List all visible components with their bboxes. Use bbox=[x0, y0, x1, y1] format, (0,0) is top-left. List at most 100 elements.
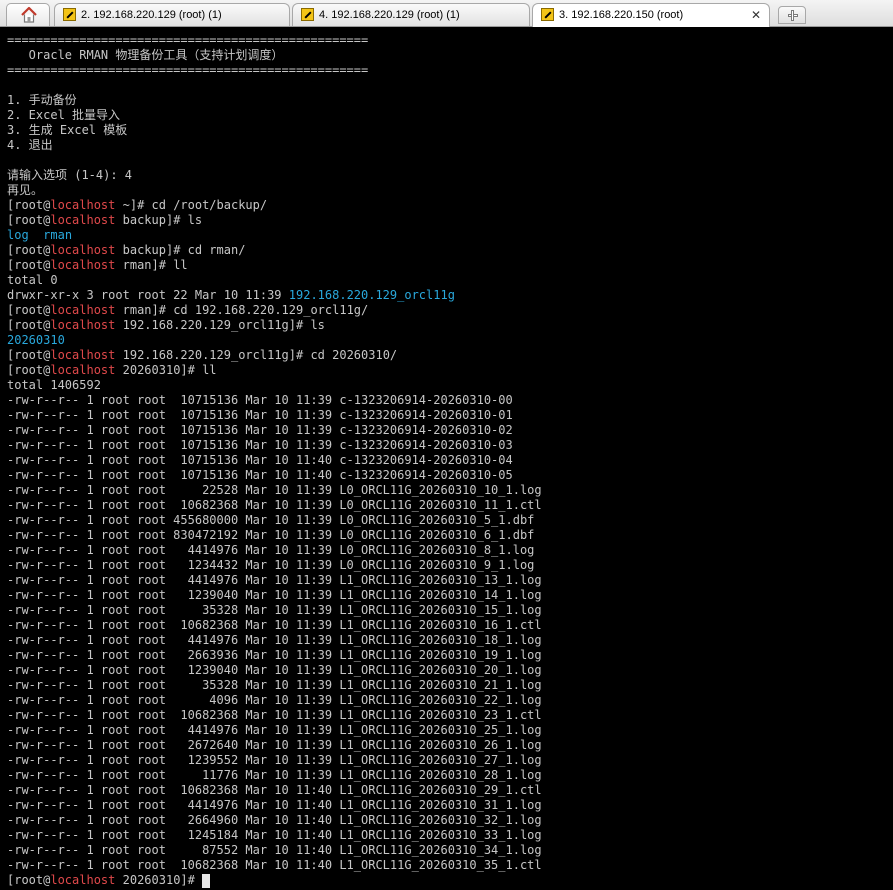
terminal-line: 3. 生成 Excel 模板 bbox=[7, 123, 542, 138]
prompt-host: localhost bbox=[50, 243, 116, 257]
terminal-line: [root@localhost backup]# cd rman/ bbox=[7, 243, 542, 258]
terminal-line: 20260310 bbox=[7, 333, 542, 348]
close-icon[interactable]: ✕ bbox=[751, 4, 761, 26]
terminal-line: 1. 手动备份 bbox=[7, 93, 542, 108]
terminal-line: total 1406592 bbox=[7, 378, 542, 393]
session-icon bbox=[63, 8, 76, 21]
terminal-line: [root@localhost backup]# ls bbox=[7, 213, 542, 228]
terminal-text: -rw-r--r-- 1 root root 1239552 Mar 10 11… bbox=[7, 753, 542, 767]
terminal-text: total 1406592 bbox=[7, 378, 101, 392]
terminal-text: 20260310]# ll bbox=[115, 363, 217, 377]
terminal-text: backup]# cd rman/ bbox=[115, 243, 246, 257]
terminal-text: -rw-r--r-- 1 root root 35328 Mar 10 11:3… bbox=[7, 603, 542, 617]
terminal-text: [root@ bbox=[7, 318, 51, 332]
terminal-text: -rw-r--r-- 1 root root 1234432 Mar 10 11… bbox=[7, 558, 535, 572]
terminal-text: -rw-r--r-- 1 root root 830472192 Mar 10 … bbox=[7, 528, 535, 542]
tab-label: 2. 192.168.220.129 (root) (1) bbox=[81, 9, 222, 21]
terminal-line: -rw-r--r-- 1 root root 1239040 Mar 10 11… bbox=[7, 663, 542, 678]
terminal-text: -rw-r--r-- 1 root root 4414976 Mar 10 11… bbox=[7, 798, 542, 812]
terminal-text: -rw-r--r-- 1 root root 4414976 Mar 10 11… bbox=[7, 543, 535, 557]
terminal-line: -rw-r--r-- 1 root root 4414976 Mar 10 11… bbox=[7, 633, 542, 648]
terminal-line: -rw-r--r-- 1 root root 2664960 Mar 10 11… bbox=[7, 813, 542, 828]
terminal-text: -rw-r--r-- 1 root root 455680000 Mar 10 … bbox=[7, 513, 535, 527]
terminal-text: -rw-r--r-- 1 root root 11776 Mar 10 11:3… bbox=[7, 768, 542, 782]
tab-session-4[interactable]: 4. 192.168.220.129 (root) (1) bbox=[292, 3, 530, 26]
new-tab-button[interactable] bbox=[778, 6, 806, 24]
terminal-text: 2. Excel 批量导入 bbox=[7, 108, 121, 122]
terminal-text: 4. 退出 bbox=[7, 138, 53, 152]
terminal-line: -rw-r--r-- 1 root root 4414976 Mar 10 11… bbox=[7, 543, 542, 558]
terminal-line: [root@localhost rman]# ll bbox=[7, 258, 542, 273]
terminal-line: -rw-r--r-- 1 root root 1234432 Mar 10 11… bbox=[7, 558, 542, 573]
terminal-line: -rw-r--r-- 1 root root 35328 Mar 10 11:3… bbox=[7, 603, 542, 618]
terminal-text: total 0 bbox=[7, 273, 58, 287]
terminal-line: -rw-r--r-- 1 root root 1239040 Mar 10 11… bbox=[7, 588, 542, 603]
terminal-text: 再见。 bbox=[7, 183, 44, 197]
terminal-text: Oracle RMAN 物理备份工具（支持计划调度） bbox=[7, 48, 284, 62]
terminal-text: -rw-r--r-- 1 root root 35328 Mar 10 11:3… bbox=[7, 678, 542, 692]
terminal-text: 20260310]# bbox=[115, 873, 203, 887]
terminal-text: 192.168.220.129_orcl11g]# cd 20260310/ bbox=[115, 348, 398, 362]
home-button[interactable] bbox=[6, 3, 50, 26]
terminal-text: -rw-r--r-- 1 root root 2672640 Mar 10 11… bbox=[7, 738, 542, 752]
terminal-text: -rw-r--r-- 1 root root 2664960 Mar 10 11… bbox=[7, 813, 542, 827]
terminal-text: rman]# ll bbox=[115, 258, 188, 272]
directory-name: 192.168.220.129_orcl11g bbox=[288, 288, 455, 302]
tab-label: 4. 192.168.220.129 (root) (1) bbox=[319, 9, 460, 21]
prompt-host: localhost bbox=[50, 348, 116, 362]
terminal-line: -rw-r--r-- 1 root root 10715136 Mar 10 1… bbox=[7, 453, 542, 468]
terminal-line: [root@localhost rman]# cd 192.168.220.12… bbox=[7, 303, 542, 318]
tab-session-2[interactable]: 2. 192.168.220.129 (root) (1) bbox=[54, 3, 290, 26]
terminal-line: drwxr-xr-x 3 root root 22 Mar 10 11:39 1… bbox=[7, 288, 542, 303]
terminal-text: -rw-r--r-- 1 root root 4414976 Mar 10 11… bbox=[7, 573, 542, 587]
terminal-text: -rw-r--r-- 1 root root 1245184 Mar 10 11… bbox=[7, 828, 542, 842]
terminal-text: [root@ bbox=[7, 363, 51, 377]
terminal-line: [root@localhost 192.168.220.129_orcl11g]… bbox=[7, 348, 542, 363]
terminal-text: -rw-r--r-- 1 root root 10682368 Mar 10 1… bbox=[7, 783, 542, 797]
terminal-text: 192.168.220.129_orcl11g]# ls bbox=[115, 318, 325, 332]
terminal-text: -rw-r--r-- 1 root root 10682368 Mar 10 1… bbox=[7, 858, 542, 872]
terminal-line: -rw-r--r-- 1 root root 11776 Mar 10 11:3… bbox=[7, 768, 542, 783]
terminal-text: -rw-r--r-- 1 root root 10715136 Mar 10 1… bbox=[7, 468, 513, 482]
terminal-text: [root@ bbox=[7, 873, 51, 887]
prompt-host: localhost bbox=[50, 213, 116, 227]
terminal-line: -rw-r--r-- 1 root root 10715136 Mar 10 1… bbox=[7, 468, 542, 483]
terminal-text: backup]# ls bbox=[115, 213, 203, 227]
terminal-text: [root@ bbox=[7, 213, 51, 227]
terminal-line: -rw-r--r-- 1 root root 10682368 Mar 10 1… bbox=[7, 708, 542, 723]
terminal-line: ========================================… bbox=[7, 33, 542, 48]
terminal-cursor bbox=[202, 874, 211, 888]
terminal-text: -rw-r--r-- 1 root root 10715136 Mar 10 1… bbox=[7, 393, 513, 407]
terminal-line: 4. 退出 bbox=[7, 138, 542, 153]
terminal-line: -rw-r--r-- 1 root root 10715136 Mar 10 1… bbox=[7, 408, 542, 423]
prompt-host: localhost bbox=[50, 318, 116, 332]
terminal-line: [root@localhost 20260310]# bbox=[7, 873, 542, 888]
directory-name: rman bbox=[43, 228, 73, 242]
terminal-text: 请输入选项 (1-4): 4 bbox=[7, 168, 133, 182]
terminal-line: -rw-r--r-- 1 root root 2663936 Mar 10 11… bbox=[7, 648, 542, 663]
terminal-line: -rw-r--r-- 1 root root 1245184 Mar 10 11… bbox=[7, 828, 542, 843]
terminal-line: -rw-r--r-- 1 root root 10682368 Mar 10 1… bbox=[7, 618, 542, 633]
terminal-line: [root@localhost 20260310]# ll bbox=[7, 363, 542, 378]
terminal-text: -rw-r--r-- 1 root root 22528 Mar 10 11:3… bbox=[7, 483, 542, 497]
prompt-host: localhost bbox=[50, 198, 116, 212]
terminal-text: -rw-r--r-- 1 root root 87552 Mar 10 11:4… bbox=[7, 843, 542, 857]
terminal-line: 2. Excel 批量导入 bbox=[7, 108, 542, 123]
terminal-line: ========================================… bbox=[7, 63, 542, 78]
prompt-host: localhost bbox=[50, 258, 116, 272]
directory-name: 20260310 bbox=[7, 333, 65, 347]
session-icon bbox=[541, 8, 554, 21]
terminal-text: [root@ bbox=[7, 258, 51, 272]
terminal-text: 3. 生成 Excel 模板 bbox=[7, 123, 128, 137]
terminal-line: -rw-r--r-- 1 root root 10715136 Mar 10 1… bbox=[7, 393, 542, 408]
terminal-line: log rman bbox=[7, 228, 542, 243]
terminal-text: -rw-r--r-- 1 root root 10715136 Mar 10 1… bbox=[7, 423, 513, 437]
terminal-line: -rw-r--r-- 1 root root 22528 Mar 10 11:3… bbox=[7, 483, 542, 498]
terminal-line: -rw-r--r-- 1 root root 10715136 Mar 10 1… bbox=[7, 423, 542, 438]
tab-session-3[interactable]: 3. 192.168.220.150 (root) ✕ bbox=[532, 3, 770, 27]
terminal-text: 1. 手动备份 bbox=[7, 93, 77, 107]
tab-bar: 2. 192.168.220.129 (root) (1) 4. 192.168… bbox=[0, 0, 893, 27]
terminal-output[interactable]: ========================================… bbox=[0, 27, 893, 890]
